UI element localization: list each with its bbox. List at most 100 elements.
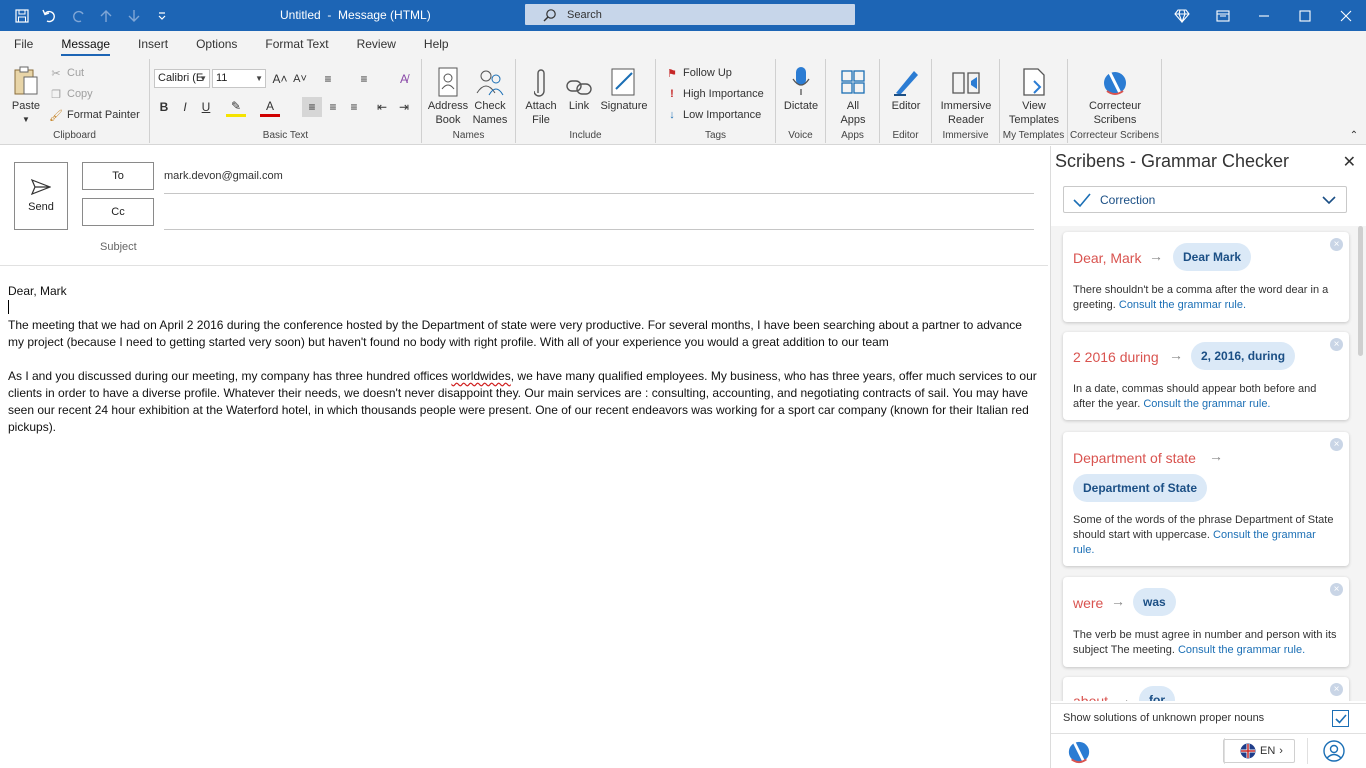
user-account-icon[interactable]: [1323, 740, 1345, 765]
high-importance-button[interactable]: ! High Importance: [664, 84, 764, 104]
correction-card[interactable]: × about → for: [1063, 677, 1349, 701]
grammar-rule-link[interactable]: Consult the grammar rule.: [1143, 398, 1270, 410]
body-paragraph-1: The meeting that we had on April 2 2016 …: [8, 318, 1022, 349]
tab-help[interactable]: Help: [410, 31, 463, 57]
save-icon[interactable]: [10, 4, 34, 28]
correction-card[interactable]: × were → was The verb be must agree in n…: [1063, 577, 1349, 667]
suggestion-chip[interactable]: for: [1139, 686, 1175, 701]
spelling-error[interactable]: worldwides: [451, 369, 510, 383]
cc-field[interactable]: [164, 229, 1034, 230]
decrease-indent-icon[interactable]: ⇤: [372, 97, 392, 117]
redo-icon[interactable]: [66, 4, 90, 28]
send-button[interactable]: Send: [14, 162, 68, 230]
suggestion-chip[interactable]: Department of State: [1073, 474, 1208, 502]
correction-card[interactable]: × 2 2016 during → 2, 2016, during In a d…: [1063, 332, 1349, 420]
low-importance-button[interactable]: ↓ Low Importance: [664, 105, 761, 125]
mode-select[interactable]: Correction: [1063, 186, 1347, 213]
dismiss-icon[interactable]: ×: [1330, 438, 1343, 451]
grammar-rule-link[interactable]: Consult the grammar rule.: [1178, 644, 1305, 656]
paste-button[interactable]: Paste ▼: [6, 63, 46, 127]
correction-card[interactable]: × Dear, Mark → Dear Mark There shouldn't…: [1063, 232, 1349, 322]
address-book-button[interactable]: Address Book: [428, 63, 468, 127]
dismiss-icon[interactable]: ×: [1330, 238, 1343, 251]
format-painter-button[interactable]: 🖌 Format Painter: [48, 105, 140, 125]
down-arrow-icon[interactable]: [122, 4, 146, 28]
dismiss-icon[interactable]: ×: [1330, 683, 1343, 696]
cut-button[interactable]: ✂ Cut: [48, 63, 84, 83]
clear-formatting-icon[interactable]: A̸: [394, 69, 414, 89]
search-box[interactable]: Search: [525, 4, 855, 25]
language-code: EN: [1260, 745, 1276, 757]
tab-options[interactable]: Options: [182, 31, 251, 57]
scissors-icon: ✂: [51, 67, 61, 80]
underline-icon[interactable]: U: [196, 97, 216, 117]
font-color-icon[interactable]: A: [260, 97, 280, 117]
view-templates-button[interactable]: View Templates: [1004, 63, 1064, 127]
correction-card[interactable]: × Department of state → Department of St…: [1063, 432, 1349, 566]
pane-close-icon[interactable]: ✕: [1343, 152, 1356, 172]
align-right-icon[interactable]: ≡: [344, 97, 364, 117]
immersive-label-1: Immersive: [940, 100, 992, 112]
suggestion-chip[interactable]: Dear Mark: [1173, 243, 1252, 271]
to-button[interactable]: To: [82, 162, 154, 190]
show-solutions-checkbox[interactable]: [1332, 710, 1349, 727]
maximize-icon[interactable]: [1284, 0, 1325, 31]
grow-font-icon[interactable]: A˄: [270, 69, 290, 89]
tab-format-text[interactable]: Format Text: [251, 31, 342, 57]
link-button[interactable]: Link: [562, 63, 596, 113]
cc-button[interactable]: Cc: [82, 198, 154, 226]
compose-header: Send To mark.devon@gmail.com Cc Subject: [0, 146, 1048, 266]
editor-button[interactable]: Editor: [884, 63, 928, 113]
chevron-right-icon: ›: [1279, 745, 1283, 757]
highlight-icon[interactable]: ✎: [226, 97, 246, 117]
original-text: Department of state: [1073, 450, 1196, 466]
clipboard-group: Paste ▼ ✂ Cut ❐ Copy 🖌 Format Painter Clipb…: [0, 59, 150, 143]
copy-button[interactable]: ❐ Copy: [48, 84, 93, 104]
check-names-button[interactable]: Check Names: [470, 63, 510, 127]
tab-file[interactable]: File: [0, 31, 47, 57]
suggestion-chip[interactable]: 2, 2016, during: [1191, 342, 1296, 370]
align-center-icon[interactable]: ≡: [323, 97, 343, 117]
paste-icon: [12, 63, 40, 97]
customize-qat-icon[interactable]: [150, 4, 174, 28]
immersive-reader-button[interactable]: Immersive Reader: [936, 63, 996, 127]
follow-up-button[interactable]: ⚑ Follow Up: [664, 63, 732, 83]
signature-button[interactable]: Signature: [598, 63, 650, 113]
tab-message[interactable]: Message: [47, 31, 124, 57]
up-arrow-icon[interactable]: [94, 4, 118, 28]
collapse-ribbon-icon[interactable]: ⌃: [1344, 125, 1364, 145]
ribbon-tabs: File Message Insert Options Format Text …: [0, 31, 1366, 57]
italic-icon[interactable]: I: [175, 97, 195, 117]
apps-group: All Apps Apps: [826, 59, 880, 143]
correcteur-scribens-button[interactable]: Correcteur Scribens: [1080, 63, 1150, 127]
font-name-combo[interactable]: Calibri (E ▼: [154, 69, 210, 88]
message-body[interactable]: Dear, Mark The meeting that we had on Ap…: [0, 267, 1048, 768]
align-left-icon[interactable]: ≡: [302, 97, 322, 117]
immersive-label-2: Reader: [947, 114, 985, 126]
dismiss-icon[interactable]: ×: [1330, 338, 1343, 351]
pane-scrollbar[interactable]: [1356, 226, 1364, 701]
increase-indent-icon[interactable]: ⇥: [394, 97, 414, 117]
ribbon-display-icon[interactable]: [1202, 0, 1243, 31]
minimize-icon[interactable]: [1243, 0, 1284, 31]
undo-icon[interactable]: [38, 4, 62, 28]
numbering-icon[interactable]: ≡: [354, 69, 374, 89]
font-size-combo[interactable]: 11 ▼: [212, 69, 266, 88]
scrollbar-thumb[interactable]: [1358, 226, 1363, 356]
tab-insert[interactable]: Insert: [124, 31, 182, 57]
tab-review[interactable]: Review: [343, 31, 410, 57]
dictate-button[interactable]: Dictate: [780, 63, 822, 113]
diamond-icon[interactable]: [1161, 0, 1202, 31]
attach-file-button[interactable]: Attach File: [522, 63, 560, 127]
bullets-icon[interactable]: ≡: [318, 69, 338, 89]
to-field-value[interactable]: mark.devon@gmail.com: [164, 170, 283, 182]
suggestion-chip[interactable]: was: [1133, 588, 1176, 616]
scribens-logo-icon[interactable]: [1067, 739, 1091, 768]
language-selector[interactable]: EN ›: [1223, 739, 1295, 763]
shrink-font-icon[interactable]: A˅: [290, 69, 310, 89]
bold-icon[interactable]: B: [154, 97, 174, 117]
all-apps-button[interactable]: All Apps: [832, 63, 874, 127]
close-icon[interactable]: [1325, 0, 1366, 31]
grammar-rule-link[interactable]: Consult the grammar rule.: [1119, 299, 1246, 311]
dismiss-icon[interactable]: ×: [1330, 583, 1343, 596]
